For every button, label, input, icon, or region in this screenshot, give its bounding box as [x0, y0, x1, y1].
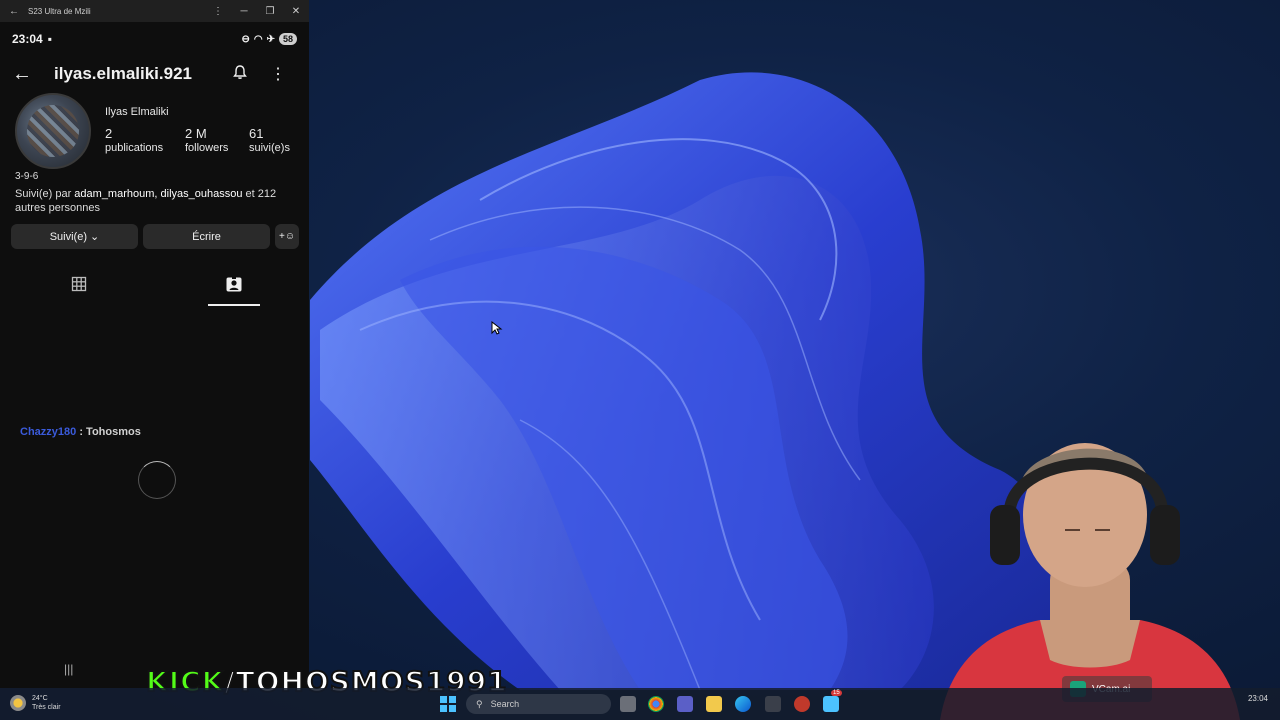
weather-temperature: 24°C	[32, 695, 48, 702]
phone-link-icon[interactable]: 15	[823, 690, 842, 712]
clock-time: 23:04	[1247, 694, 1268, 703]
add-user-button[interactable]: + ☺	[275, 224, 299, 249]
webcam-image	[940, 443, 1240, 720]
battery-indicator: 58	[278, 33, 297, 45]
search-icon: ⚲	[476, 698, 483, 709]
file-explorer-icon[interactable]	[706, 696, 722, 712]
stat-publications[interactable]: 2 publications	[105, 126, 163, 156]
tab-grid[interactable]	[27, 275, 131, 307]
display-name: Ilyas Elmaliki	[105, 106, 169, 118]
weather-condition: Très clair	[32, 704, 61, 711]
weather-widget[interactable]: 24°C Très clair	[10, 694, 61, 712]
back-arrow-icon[interactable]: ←	[0, 6, 28, 17]
restore-button[interactable]: ❐	[257, 6, 283, 17]
active-tab-indicator	[208, 304, 260, 306]
tab-tagged[interactable]	[182, 275, 286, 307]
windows-taskbar: 24°C Très clair ⚲ Search 15 23:04	[0, 688, 1280, 720]
close-button[interactable]: ✕	[283, 6, 309, 17]
wifi-icon: ◠	[253, 33, 263, 45]
loading-spinner-icon	[138, 461, 176, 499]
status-time: 23:04	[12, 32, 43, 46]
phone-status-bar: 23:04 ▪ ⊖ ◠ ✈ 58	[0, 22, 309, 56]
stat-label: suivi(e)s	[249, 142, 290, 154]
profile-actions: Suivi(e) ⌄ Écrire + ☺	[11, 224, 301, 249]
stat-label: followers	[185, 142, 229, 154]
more-options-icon[interactable]: ⋮	[259, 64, 297, 84]
stat-value: 2	[105, 126, 113, 141]
stat-label: publications	[105, 142, 164, 154]
back-arrow-icon[interactable]: ←	[12, 63, 54, 86]
stat-value: 61	[249, 126, 264, 141]
minimize-button[interactable]: ─	[231, 6, 257, 17]
notification-icon: ▪	[47, 32, 52, 46]
edge-icon[interactable]	[735, 696, 751, 712]
followed-by-names: adam_marhoum, dilyas_ouhassou	[74, 188, 243, 200]
stat-followers[interactable]: 2 M followers	[185, 126, 228, 156]
grid-icon	[71, 276, 87, 292]
message-button[interactable]: Écrire	[143, 224, 270, 249]
bell-icon[interactable]	[221, 64, 259, 85]
person-icon: ☺	[284, 231, 296, 242]
followed-by-text[interactable]: Suivi(e) par adam_marhoum, dilyas_ouhass…	[15, 187, 300, 215]
phone-mirror-window[interactable]: ← S23 Ultra de Mzili ⋮ ─ ❐ ✕ 23:04 ▪ ⊖ ◠…	[0, 0, 309, 688]
weather-sun-icon	[10, 695, 26, 711]
dnd-icon: ⊖	[241, 33, 250, 45]
webcam-feed	[900, 420, 1280, 720]
tagged-person-icon	[226, 276, 242, 292]
following-button[interactable]: Suivi(e) ⌄	[11, 224, 138, 249]
chat-overlay: Chazzy180 : Tohosmos	[20, 426, 141, 438]
notification-count-badge: 15	[831, 690, 842, 696]
profile-tabs	[0, 275, 309, 307]
window-title: S23 Ultra de Mzili	[28, 6, 91, 16]
chrome-icon[interactable]	[648, 696, 664, 712]
task-view-icon[interactable]	[620, 696, 636, 712]
start-button[interactable]	[440, 696, 456, 712]
avatar[interactable]	[15, 93, 91, 169]
chat-message: : Tohosmos	[76, 426, 141, 438]
profile-username: ilyas.elmaliki.921	[54, 64, 192, 83]
system-clock[interactable]: 23:04	[1248, 694, 1268, 704]
store-icon[interactable]	[765, 696, 781, 712]
teams-icon[interactable]	[677, 696, 693, 712]
menu-icon[interactable]: ⋮	[205, 6, 231, 17]
stat-value: 2 M	[185, 126, 207, 141]
obs-icon[interactable]	[794, 696, 810, 712]
taskbar-search[interactable]: ⚲ Search	[466, 694, 611, 714]
recents-button[interactable]: |||	[64, 662, 73, 676]
window-titlebar[interactable]: ← S23 Ultra de Mzili ⋮ ─ ❐ ✕	[0, 0, 309, 22]
chat-username: Chazzy180	[20, 426, 77, 438]
followed-by-prefix: Suivi(e) par	[15, 188, 75, 200]
profile-bio: 3-9-6	[15, 171, 39, 182]
stat-following[interactable]: 61 suivi(e)s	[249, 126, 290, 156]
search-placeholder: Search	[490, 699, 520, 709]
airplane-icon: ✈	[266, 33, 275, 45]
profile-header: ← ilyas.elmaliki.921 ⋮	[0, 60, 309, 88]
